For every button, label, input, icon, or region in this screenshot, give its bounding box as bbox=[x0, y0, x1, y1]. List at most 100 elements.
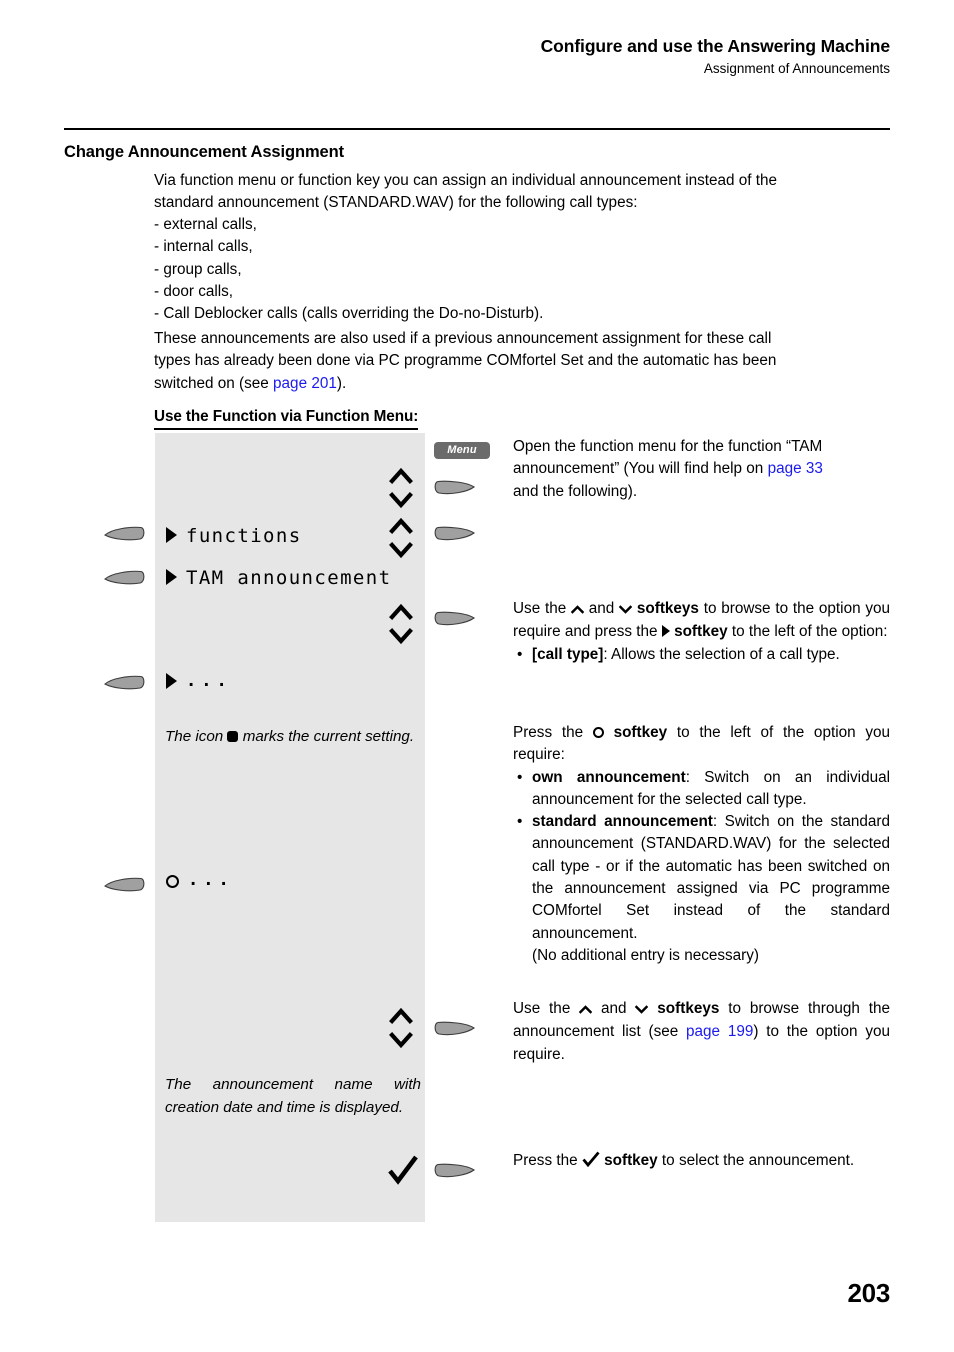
second-para-line-2: types has already been done via PC progr… bbox=[154, 352, 777, 370]
triangle-marker-icon bbox=[166, 673, 177, 689]
intro-paragraph: Via function menu or function key you ca… bbox=[154, 170, 890, 215]
display-item-setting-placeholder[interactable]: ... bbox=[166, 870, 234, 892]
scroll-chevrons-functions[interactable] bbox=[388, 515, 414, 561]
document-title: Configure and use the Answering Machine bbox=[540, 36, 890, 56]
step4-mid: and bbox=[592, 1000, 636, 1017]
step4-pre: Use the bbox=[513, 1000, 580, 1017]
section-heading: Change Announcement Assignment bbox=[64, 143, 344, 161]
list-item: standard announcement: Switch on the sta… bbox=[517, 811, 890, 967]
note-announcement-name-label: The announcement name with creation date… bbox=[165, 1076, 421, 1116]
filled-dot-icon bbox=[227, 731, 239, 742]
chevron-down-icon bbox=[635, 999, 649, 1021]
ring-marker-icon bbox=[166, 875, 179, 888]
scroll-chevrons-options[interactable] bbox=[388, 601, 414, 647]
display-item-tam-announcement-label: TAM announcement bbox=[186, 567, 392, 589]
bullet-list-call-type: [call type]: Allows the selection of a c… bbox=[513, 644, 890, 667]
display-item-setting-placeholder-label: ... bbox=[188, 870, 234, 890]
page-number: 203 bbox=[847, 1278, 891, 1308]
instruction-step-4: Use the and softkeys to browse through t… bbox=[513, 998, 890, 1066]
note-announcement-name: The announcement name with creation date… bbox=[165, 1074, 421, 1119]
second-para-line-3: switched on (see page 201). bbox=[154, 373, 890, 395]
bullet-standard-note: (No additional entry is necessary) bbox=[532, 946, 760, 964]
checkmark-icon[interactable] bbox=[387, 1155, 419, 1192]
list-item: [call type]: Allows the selection of a c… bbox=[517, 644, 890, 667]
step2-softkey: softkey bbox=[674, 623, 728, 641]
scroll-chevrons-announcement-list[interactable] bbox=[388, 1005, 414, 1051]
intro-line-1: Via function menu or function key you ca… bbox=[154, 172, 778, 189]
call-type-list: - external calls, - internal calls, - gr… bbox=[154, 214, 890, 325]
bullet-standard-label: standard announcement bbox=[532, 813, 713, 831]
checkmark-icon bbox=[582, 1151, 600, 1174]
page-header: Configure and use the Answering Machine … bbox=[64, 36, 890, 77]
list-item: - door calls, bbox=[154, 282, 234, 300]
softkey-left-functions[interactable] bbox=[104, 526, 145, 541]
step1-line3: and the following). bbox=[513, 482, 638, 500]
subsection-heading-label: Use the Function via Function Menu: bbox=[154, 408, 419, 425]
phone-display-panel: functions TAM announcement ... The icon … bbox=[155, 433, 425, 1222]
step5-post: to select the announcement. bbox=[657, 1152, 855, 1169]
step3-pre: Press the bbox=[513, 724, 593, 741]
step5-pre: Press the bbox=[513, 1152, 582, 1169]
text-fragment: switched on (see bbox=[154, 374, 274, 392]
second-paragraph: These announcements are also used if a p… bbox=[154, 328, 890, 395]
subsection-heading: Use the Function via Function Menu: bbox=[154, 408, 418, 430]
note-current-setting-pre: The icon bbox=[165, 728, 228, 745]
intro-line-2: standard announcement (STANDARD.WAV) for… bbox=[154, 194, 638, 212]
bullet-list-announcement-options: own announcement: Switch on an individua… bbox=[513, 767, 890, 968]
softkey-left-tam-announcement[interactable] bbox=[104, 570, 145, 585]
note-current-setting-post: marks the current setting. bbox=[238, 728, 415, 745]
list-item: - group calls, bbox=[154, 260, 242, 278]
bullet-call-type-label: [call type] bbox=[532, 645, 604, 663]
menu-button[interactable]: Menu bbox=[434, 442, 490, 459]
ring-marker-icon bbox=[592, 727, 604, 738]
display-item-tam-announcement[interactable]: TAM announcement bbox=[166, 567, 391, 589]
display-item-option-placeholder[interactable]: ... bbox=[166, 671, 232, 693]
instruction-step-1: Open the function menu for the function … bbox=[513, 436, 890, 503]
step1-line2-pre: announcement” (You will find help on bbox=[513, 460, 768, 478]
softkey-right-options[interactable] bbox=[434, 611, 475, 626]
list-item: own announcement: Switch on an individua… bbox=[517, 767, 890, 812]
list-item: - internal calls, bbox=[154, 238, 253, 256]
step4-softkeys: softkeys bbox=[657, 1000, 720, 1017]
step2-pre: Use the bbox=[513, 600, 572, 617]
document-subtitle: Assignment of Announcements bbox=[703, 61, 890, 77]
page-199-link[interactable]: page 199 bbox=[686, 1023, 753, 1040]
chevron-up-icon bbox=[578, 999, 593, 1021]
instruction-step-2: Use the and softkeys to browse to the op… bbox=[513, 598, 890, 666]
scroll-chevrons-top[interactable] bbox=[388, 465, 414, 511]
second-para-line-1: These announcements are also used if a p… bbox=[154, 330, 772, 347]
step1-line1: Open the function menu for the function … bbox=[513, 438, 823, 455]
list-item: - external calls, bbox=[154, 216, 257, 233]
softkey-left-setting-placeholder[interactable] bbox=[104, 877, 145, 892]
bullet-standard-text: : Switch on the standard announcement (S… bbox=[532, 813, 890, 942]
chevron-down-icon bbox=[618, 599, 633, 621]
text-fragment: ). bbox=[336, 374, 347, 392]
triangle-marker-icon bbox=[166, 527, 177, 543]
header-divider bbox=[64, 128, 890, 130]
softkey-right-confirm[interactable] bbox=[434, 1163, 475, 1178]
step2-mid: and bbox=[584, 600, 620, 617]
step2-softkeys: softkeys bbox=[636, 600, 699, 617]
step5-softkey: softkey bbox=[604, 1152, 658, 1169]
list-item: - Call Deblocker calls (calls overriding… bbox=[154, 305, 544, 323]
step2-post: to the left of the option: bbox=[727, 623, 888, 641]
softkey-left-option-placeholder[interactable] bbox=[104, 675, 145, 690]
page-33-link[interactable]: page 33 bbox=[768, 460, 823, 477]
softkey-right-functions[interactable] bbox=[434, 526, 475, 541]
bullet-own-label: own announcement bbox=[532, 768, 686, 786]
step3-softkey: softkey bbox=[613, 724, 668, 741]
softkey-right-announcement-list[interactable] bbox=[434, 1021, 475, 1036]
bullet-call-type-text: : Allows the selection of a call type. bbox=[603, 645, 840, 663]
subsection-underline bbox=[154, 428, 419, 430]
note-current-setting: The icon marks the current setting. bbox=[165, 726, 421, 749]
triangle-marker-icon bbox=[166, 569, 177, 585]
instruction-step-5: Press the softkey to select the announce… bbox=[513, 1150, 890, 1174]
triangle-marker-icon bbox=[661, 625, 670, 638]
page-201-link[interactable]: page 201 bbox=[273, 375, 337, 392]
chevron-up-icon bbox=[570, 599, 585, 621]
display-item-functions[interactable]: functions bbox=[166, 525, 302, 547]
display-item-option-placeholder-label: ... bbox=[186, 671, 232, 691]
instruction-step-3: Press the softkey to the left of the opt… bbox=[513, 722, 890, 967]
softkey-right-menu[interactable] bbox=[434, 480, 475, 495]
display-item-functions-label: functions bbox=[186, 525, 302, 547]
